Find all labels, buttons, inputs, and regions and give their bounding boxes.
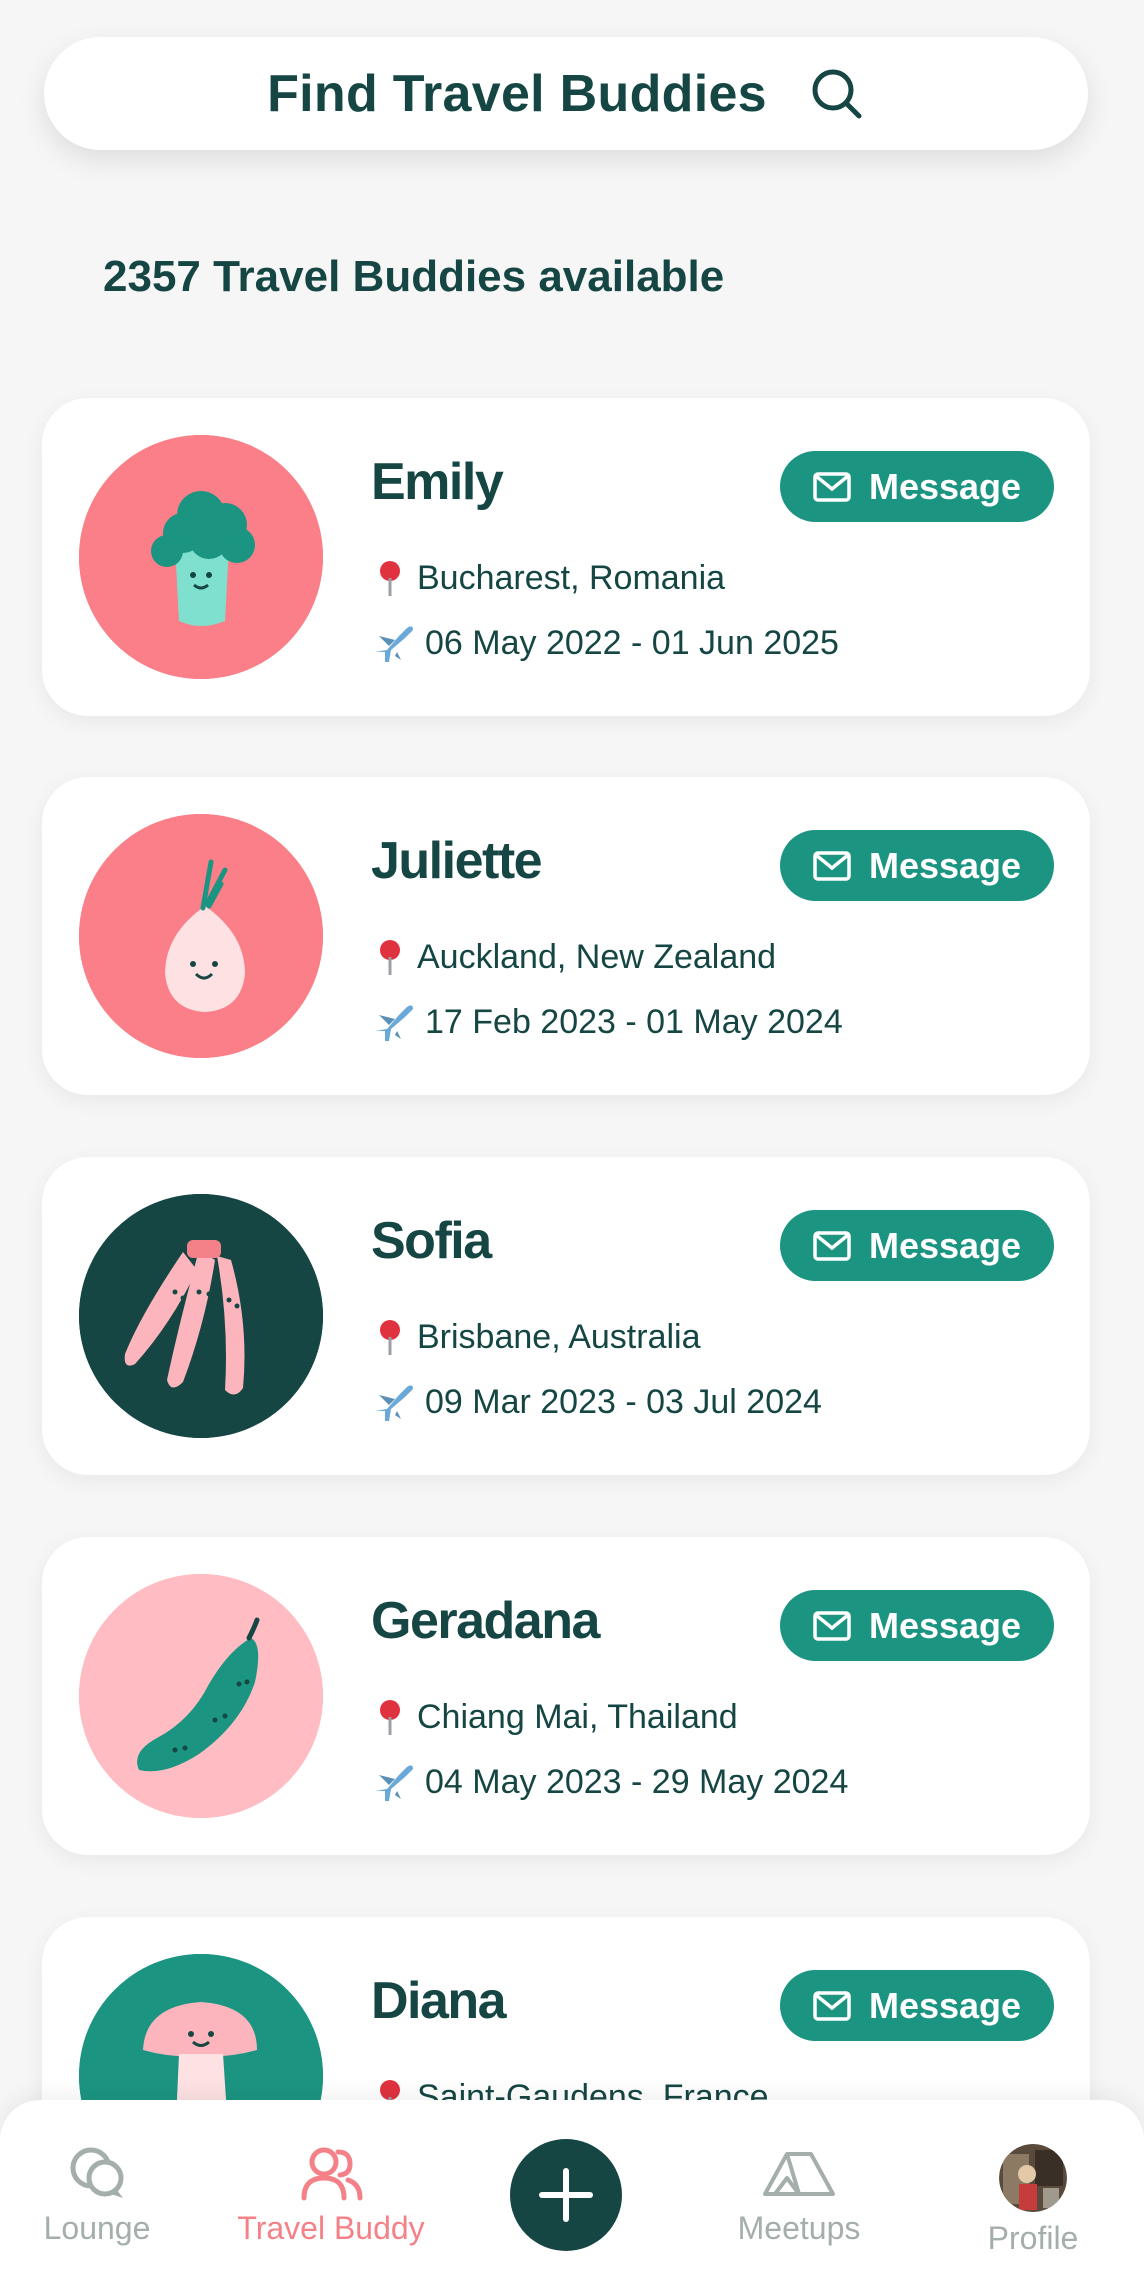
airplane-icon (375, 1005, 413, 1041)
location-pin-icon (380, 940, 400, 975)
message-button[interactable]: Message (780, 830, 1054, 901)
buddies-count: 2357 Travel Buddies available (103, 252, 725, 301)
bottom-nav: Lounge Travel Buddy Meetups Profile (0, 2100, 1144, 2289)
broccoli-avatar-icon (79, 435, 323, 679)
plus-icon (539, 2168, 593, 2222)
avatar (79, 435, 323, 679)
message-button[interactable]: Message (780, 1970, 1054, 2041)
add-button[interactable] (510, 2139, 622, 2251)
dates-row: 04 May 2023 - 29 May 2024 (371, 1761, 848, 1803)
buddy-card[interactable]: Emily Message Bucharest, Romania 06 May … (42, 398, 1090, 716)
buddy-name: Emily (371, 453, 504, 511)
buddy-location: Chiang Mai, Thailand (417, 1697, 738, 1736)
avatar (79, 1574, 323, 1818)
buddy-name: Juliette (371, 832, 543, 890)
buddy-card[interactable]: Juliette Message Auckland, New Zealand 1… (42, 777, 1090, 1095)
bananas-avatar-icon (79, 1194, 323, 1438)
buddy-name: Diana (371, 1972, 507, 2030)
buddy-location: Bucharest, Romania (417, 558, 726, 597)
dates-row: 09 Mar 2023 - 03 Jul 2024 (371, 1381, 822, 1423)
chat-bubbles-icon (70, 2147, 124, 2198)
avatar (79, 814, 323, 1058)
travel-dates: 09 Mar 2023 - 03 Jul 2024 (425, 1382, 822, 1421)
buddy-location: Auckland, New Zealand (417, 937, 777, 976)
nav-item-travel-buddy[interactable]: Travel Buddy (211, 2144, 451, 2247)
envelope-icon (813, 1230, 851, 1261)
nav-label: Profile (987, 2220, 1079, 2256)
profile-photo (999, 2144, 1067, 2212)
location-pin-icon (380, 1700, 400, 1735)
envelope-icon (813, 850, 851, 881)
envelope-icon (813, 471, 851, 502)
nav-label: Travel Buddy (237, 2210, 425, 2246)
avatar (79, 1194, 323, 1438)
message-label: Message (868, 844, 1022, 886)
travel-dates: 17 Feb 2023 - 01 May 2024 (425, 1002, 843, 1041)
location-pin-icon (380, 561, 400, 596)
people-icon (301, 2147, 363, 2201)
envelope-icon (813, 1610, 851, 1641)
travel-dates: 04 May 2023 - 29 May 2024 (425, 1762, 849, 1801)
tent-icon (763, 2152, 835, 2196)
nav-label: Meetups (737, 2210, 861, 2246)
buddy-location: Brisbane, Australia (417, 1317, 701, 1356)
search-icon[interactable] (809, 66, 865, 122)
airplane-icon (375, 1765, 413, 1801)
dates-row: 17 Feb 2023 - 01 May 2024 (371, 1001, 843, 1043)
dates-row: 06 May 2022 - 01 Jun 2025 (371, 622, 839, 664)
message-button[interactable]: Message (780, 1590, 1054, 1661)
airplane-icon (375, 626, 413, 662)
peapod-avatar-icon (79, 1574, 323, 1818)
page-title: Find Travel Buddies (267, 64, 767, 123)
location-row: Brisbane, Australia (371, 1317, 701, 1357)
travel-dates: 06 May 2022 - 01 Jun 2025 (425, 623, 839, 662)
location-row: Bucharest, Romania (371, 558, 725, 598)
location-row: Auckland, New Zealand (371, 937, 776, 977)
nav-item-profile[interactable]: Profile (913, 2144, 1144, 2257)
search-bar[interactable]: Find Travel Buddies (44, 37, 1088, 150)
location-pin-icon (380, 1320, 400, 1355)
buddy-name: Geradana (371, 1592, 600, 1650)
buddy-card[interactable]: Geradana Message Chiang Mai, Thailand 04… (42, 1537, 1090, 1855)
airplane-icon (375, 1385, 413, 1421)
buddy-card[interactable]: Sofia Message Brisbane, Australia 09 Mar… (42, 1157, 1090, 1475)
message-label: Message (868, 465, 1022, 507)
buddy-name: Sofia (371, 1212, 492, 1270)
nav-item-lounge[interactable]: Lounge (0, 2144, 217, 2247)
nav-label: Lounge (43, 2210, 151, 2246)
message-label: Message (868, 1224, 1022, 1266)
nav-item-meetups[interactable]: Meetups (679, 2144, 919, 2247)
message-button[interactable]: Message (780, 1210, 1054, 1281)
location-row: Chiang Mai, Thailand (371, 1697, 738, 1737)
message-button[interactable]: Message (780, 451, 1054, 522)
message-label: Message (868, 1984, 1022, 2026)
message-label: Message (868, 1604, 1022, 1646)
onion-avatar-icon (79, 814, 323, 1058)
envelope-icon (813, 1990, 851, 2021)
